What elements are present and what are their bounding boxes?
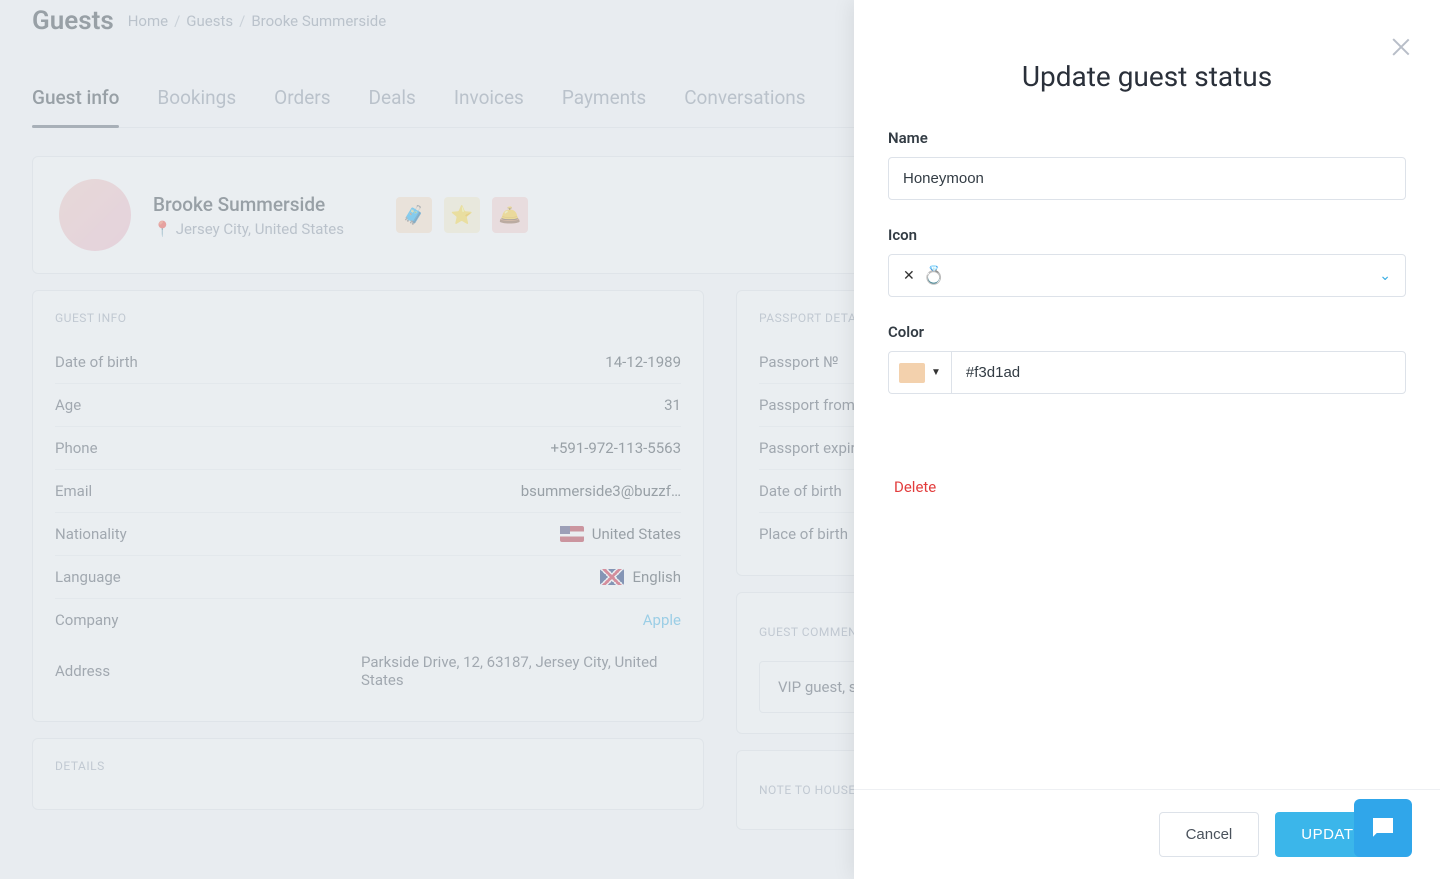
tab-payments[interactable]: Payments — [562, 76, 646, 127]
tab-guest-info[interactable]: Guest info — [32, 76, 119, 127]
row-label: Place of birth — [759, 525, 848, 543]
flag-icon — [600, 569, 624, 585]
tab-orders[interactable]: Orders — [274, 76, 330, 127]
guest-info-panel: GUEST INFO Date of birth 14-12-1989 Age 31 P… — [32, 290, 704, 722]
close-icon[interactable] — [1390, 36, 1410, 56]
icon-select[interactable]: ✕ 💍 ⌄ — [888, 254, 1406, 297]
guest-comment-heading: GUEST COMMENT — [759, 625, 865, 639]
guest-name: Brooke Summerside — [153, 193, 344, 216]
row-label: Language — [55, 568, 121, 586]
flag-icon — [560, 526, 584, 542]
color-swatch — [899, 363, 925, 383]
caret-down-icon: ▼ — [931, 367, 941, 378]
breadcrumb-home[interactable]: Home — [128, 12, 168, 30]
row-value[interactable]: Apple — [643, 611, 681, 629]
page-title: Guests — [32, 6, 114, 36]
row-label: Email — [55, 482, 92, 500]
color-label: Color — [888, 323, 1406, 341]
breadcrumb: Home / Guests / Brooke Summerside — [128, 12, 386, 30]
cancel-button[interactable]: Cancel — [1159, 812, 1260, 857]
row-label: Date of birth — [759, 482, 842, 500]
row-value: 31 — [664, 396, 681, 414]
breadcrumb-guests[interactable]: Guests — [186, 12, 233, 30]
guest-info-row: Email bsummerside3@buzzf… — [55, 470, 681, 513]
guest-location: Jersey City, United States — [176, 220, 344, 238]
guest-info-row: Date of birth 14-12-1989 — [55, 341, 681, 384]
name-label: Name — [888, 129, 1406, 147]
guest-info-row: Age 31 — [55, 384, 681, 427]
delete-button[interactable]: Delete — [888, 470, 942, 504]
chevron-down-icon: ⌄ — [1379, 268, 1391, 284]
guest-info-row: Company Apple — [55, 599, 681, 641]
name-input[interactable] — [888, 157, 1406, 200]
address-value: Parkside Drive, 12, 63187, Jersey City, … — [361, 653, 681, 689]
star-icon[interactable]: ⭐ — [444, 197, 480, 233]
avatar — [59, 179, 131, 251]
ring-icon: 💍 — [923, 265, 945, 286]
row-value: English — [600, 568, 681, 586]
update-status-panel: Update guest status Name Icon ✕ 💍 ⌄ Colo… — [854, 0, 1440, 879]
guest-info-heading: GUEST INFO — [55, 311, 681, 325]
color-picker-trigger[interactable]: ▼ — [888, 351, 951, 394]
row-label: Passport from — [759, 396, 855, 414]
tab-invoices[interactable]: Invoices — [454, 76, 524, 127]
breadcrumb-current: Brooke Summerside — [251, 12, 386, 30]
row-label: Passport expiry — [759, 439, 863, 457]
guest-info-row: Phone +591-972-113-5563 — [55, 427, 681, 470]
row-value: +591-972-113-5563 — [550, 439, 681, 457]
row-label: Date of birth — [55, 353, 138, 371]
tab-conversations[interactable]: Conversations — [684, 76, 805, 127]
guest-info-row: Nationality United States — [55, 513, 681, 556]
chat-widget[interactable] — [1354, 799, 1412, 857]
slideover-title: Update guest status — [888, 60, 1406, 93]
color-input[interactable] — [951, 351, 1406, 394]
address-label: Address — [55, 662, 110, 680]
guest-info-row: Language English — [55, 556, 681, 599]
tab-deals[interactable]: Deals — [369, 76, 416, 127]
row-label: Company — [55, 611, 118, 629]
concierge-bell-icon[interactable]: 🛎️ — [492, 197, 528, 233]
row-value: bsummerside3@buzzf… — [521, 482, 681, 500]
tab-bookings[interactable]: Bookings — [157, 76, 236, 127]
details-panel: DETAILS — [32, 738, 704, 810]
row-label: Passport № — [759, 353, 839, 371]
pin-icon: 📍 — [153, 220, 172, 238]
row-label: Phone — [55, 439, 98, 457]
row-label: Nationality — [55, 525, 127, 543]
luggage-icon[interactable]: 🧳 — [396, 197, 432, 233]
details-heading: DETAILS — [55, 759, 681, 773]
row-label: Age — [55, 396, 81, 414]
icon-label: Icon — [888, 226, 1406, 244]
row-value: 14-12-1989 — [605, 353, 681, 371]
clear-icon[interactable]: ✕ — [903, 269, 915, 283]
row-value: United States — [560, 525, 681, 543]
